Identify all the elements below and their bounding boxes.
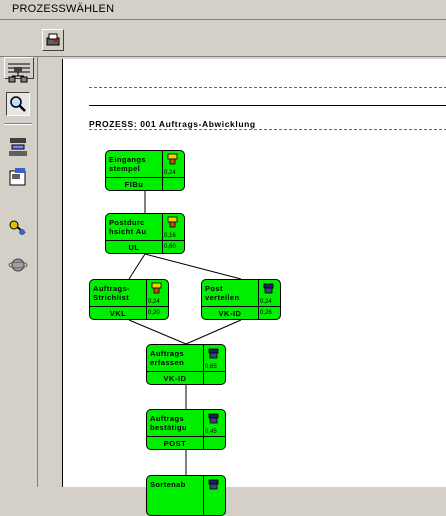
- process-node-auftrags-erfassen[interactable]: Auftrags erfassen VK-ID 0,65: [146, 344, 226, 385]
- node-code: UL: [128, 243, 140, 252]
- node-value: 0,45: [205, 429, 217, 435]
- node-value: 0,65: [205, 364, 217, 370]
- window-titlebar: PROZESSWÄHLEN: [0, 0, 446, 20]
- process-edges: [128, 191, 242, 475]
- sidebar-divider: [4, 123, 32, 125]
- toolbar-spacer: [0, 28, 38, 55]
- toolbar: [0, 21, 446, 57]
- node-value: 0,24: [260, 299, 272, 305]
- telephone-icon: [208, 479, 219, 490]
- hierarchy-button[interactable]: [6, 63, 30, 87]
- process-node-auftrags-strichliste[interactable]: Auftrags- Strichlist VKL 0,24 0,20: [89, 279, 169, 320]
- process-page: PROZESS: 001 Auftrags-Abwicklung Eingang…: [62, 59, 446, 516]
- process-node-eingangsstempel[interactable]: Eingangs stempel FIBu 0,24: [105, 150, 185, 191]
- node-value: 0,16: [164, 233, 176, 239]
- node-code: POST: [163, 439, 187, 448]
- node-code: VK-ID: [218, 309, 242, 318]
- print-button[interactable]: [42, 29, 64, 51]
- document-edit-icon: [9, 168, 26, 186]
- edge: [185, 319, 242, 345]
- telephone-icon: [208, 413, 219, 424]
- print-icon: [46, 33, 60, 46]
- globe-icon: [8, 258, 28, 272]
- globe-button[interactable]: [6, 253, 30, 277]
- node-value: 0,26: [260, 310, 272, 316]
- telephone-icon: [263, 283, 274, 294]
- person-yellow-icon: [151, 282, 162, 294]
- zoom-button[interactable]: [6, 92, 30, 116]
- telephone-icon: [208, 348, 219, 359]
- process-node-postdurchsicht[interactable]: Postdurc hsicht Au UL 0,16 0,60: [105, 213, 185, 254]
- process-node-sortenabgleich[interactable]: Sortenab: [146, 475, 226, 516]
- key-icon: [9, 220, 26, 235]
- node-value: 0,60: [164, 244, 176, 250]
- sidebar: [0, 57, 38, 487]
- edge: [128, 319, 187, 345]
- key-button[interactable]: [6, 215, 30, 239]
- network-icon: [9, 138, 27, 156]
- hierarchy-icon: [8, 67, 28, 83]
- document-edit-button[interactable]: [6, 165, 30, 189]
- node-value: 0,24: [164, 170, 176, 176]
- process-node-post-verteilen[interactable]: Post verteilen VK-ID 0,24 0,26: [201, 279, 281, 320]
- node-code: FIBu: [124, 180, 144, 189]
- process-node-auftrags-bestaetigung[interactable]: Auftrags bestätigu POST 0,45: [146, 409, 226, 450]
- person-yellow-icon: [167, 216, 178, 228]
- edge: [144, 253, 242, 280]
- network-button[interactable]: [6, 135, 30, 159]
- magnifier-icon: [10, 96, 26, 112]
- edge: [128, 253, 146, 280]
- node-code: VKL: [109, 309, 127, 318]
- node-value: 0,24: [148, 299, 160, 305]
- node-value: 0,20: [148, 310, 160, 316]
- person-yellow-icon: [167, 153, 178, 165]
- canvas-area[interactable]: PROZESS: 001 Auftrags-Abwicklung Eingang…: [40, 59, 446, 516]
- node-code: VK-ID: [163, 374, 187, 383]
- window-title: PROZESSWÄHLEN: [12, 3, 115, 15]
